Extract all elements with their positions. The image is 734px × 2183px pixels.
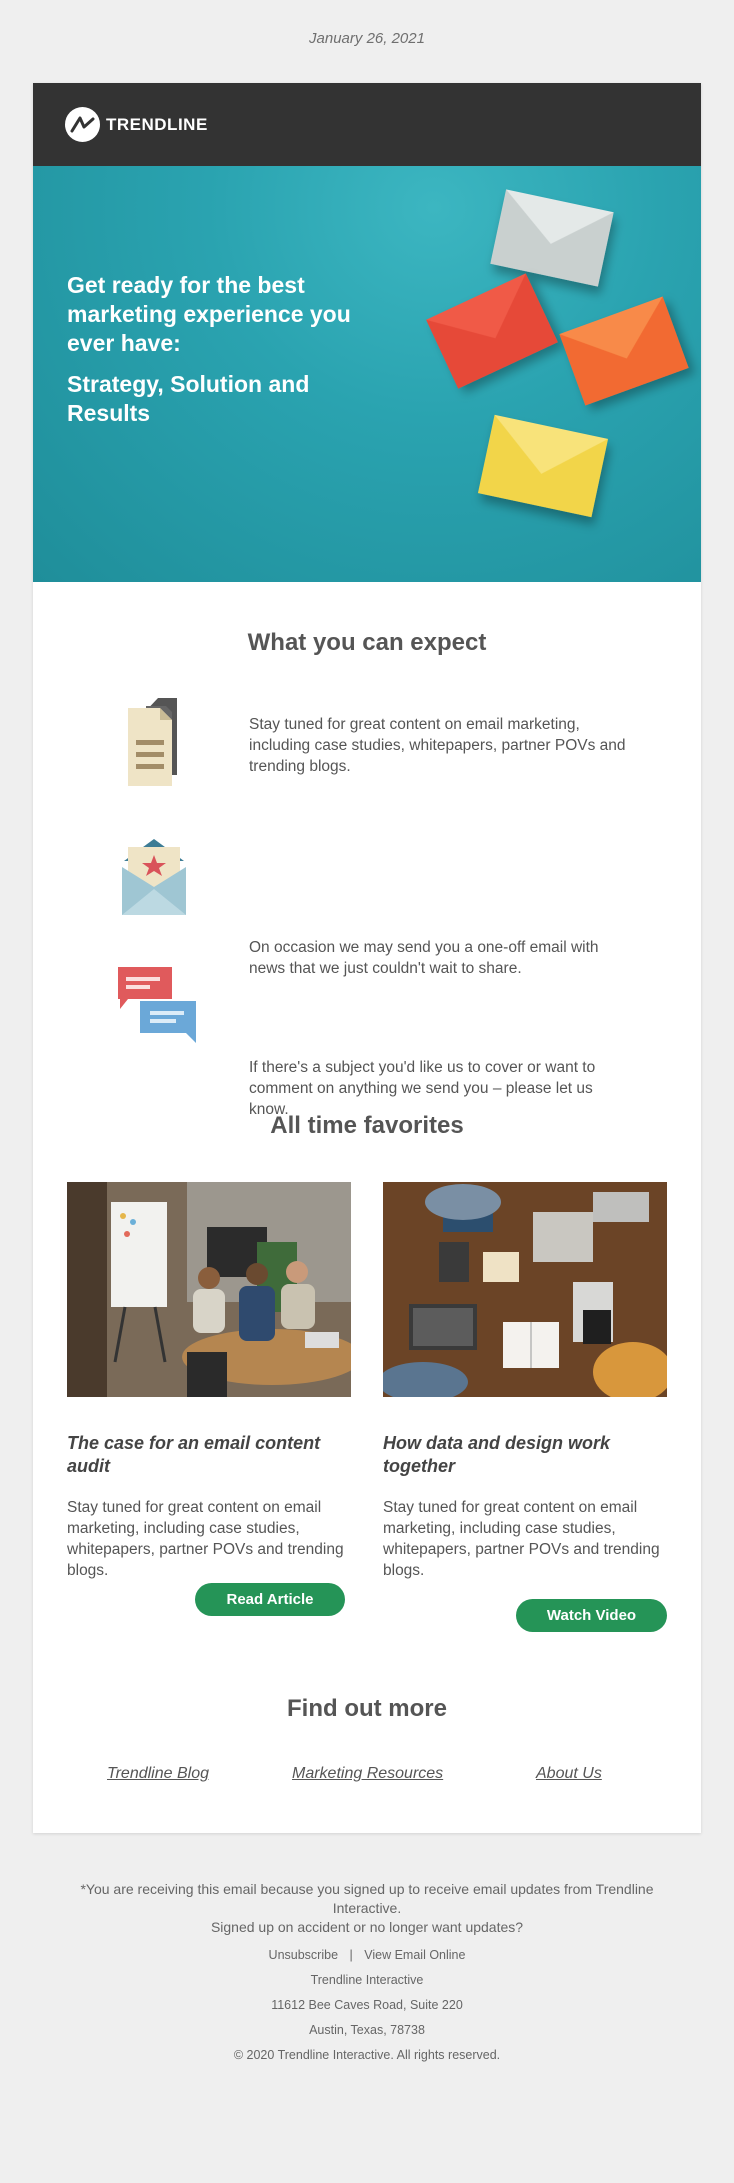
favorite-card: The case for an email content audit Stay…	[67, 1182, 362, 1581]
company-name: Trendline Interactive	[310, 1973, 424, 1987]
read-article-button[interactable]: Read Article	[195, 1583, 345, 1616]
copyright: © 2020 Trendline Interactive. All rights…	[233, 2048, 501, 2062]
address-line-1: 11612 Bee Caves Road, Suite 220	[271, 1998, 463, 2012]
envelopes-illustration	[426, 189, 689, 518]
expect-title: What you can expect	[247, 629, 487, 656]
email-date: January 26, 2021	[309, 30, 425, 47]
hero-banner: Get ready for the best marketing experie…	[33, 166, 701, 582]
trendline-logo-icon	[65, 107, 100, 142]
favorite-title[interactable]: How data and design work together	[383, 1432, 667, 1478]
email-footer: *You are receiving this email because yo…	[0, 1880, 734, 2068]
expect-item-text: Stay tuned for great content on email ma…	[249, 716, 626, 775]
hero-headline: Get ready for the best marketing experie…	[67, 272, 351, 356]
favorites-title: All time favorites	[270, 1112, 464, 1139]
favorite-text: Stay tuned for great content on email ma…	[383, 1499, 660, 1579]
expect-item: Stay tuned for great content on email ma…	[33, 696, 701, 786]
document-icon	[128, 698, 177, 786]
footer-separator: |	[349, 1948, 353, 1962]
brand-name: TRENDLINE	[106, 114, 208, 134]
link-marketing-resources[interactable]: Marketing Resources	[292, 1765, 443, 1783]
link-about-us[interactable]: About Us	[536, 1765, 602, 1783]
workdesk-photo[interactable]	[378, 1182, 673, 1402]
address-line-2: Austin, Texas, 78738	[309, 2023, 425, 2037]
chat-bubbles-icon	[118, 967, 196, 1043]
find-more-title: Find out more	[287, 1695, 447, 1722]
unsubscribe-prompt: Signed up on accident or no longer want …	[210, 1919, 524, 1935]
link-trendline-blog[interactable]: Trendline Blog	[107, 1765, 209, 1783]
hero-subheadline: Strategy, Solution and Results	[67, 371, 310, 426]
favorite-title[interactable]: The case for an email content audit	[67, 1432, 351, 1478]
brand-header: TRENDLINE	[33, 83, 701, 166]
envelope-star-icon	[122, 839, 186, 915]
expect-item-text: If there's a subject you'd like us to co…	[249, 1059, 596, 1118]
subscription-notice: *You are receiving this email because yo…	[80, 1881, 654, 1916]
expect-item	[33, 833, 701, 923]
favorite-card: How data and design work together Stay t…	[378, 1182, 673, 1581]
email-card: TRENDLINE Get ready for the best marketi…	[33, 83, 701, 1833]
meeting-photo[interactable]	[67, 1182, 362, 1397]
watch-video-button[interactable]: Watch Video	[516, 1599, 667, 1632]
favorite-text: Stay tuned for great content on email ma…	[67, 1499, 344, 1579]
expect-item	[33, 963, 701, 1053]
unsubscribe-link[interactable]: Unsubscribe	[269, 1948, 338, 1962]
view-online-link[interactable]: View Email Online	[364, 1948, 465, 1962]
